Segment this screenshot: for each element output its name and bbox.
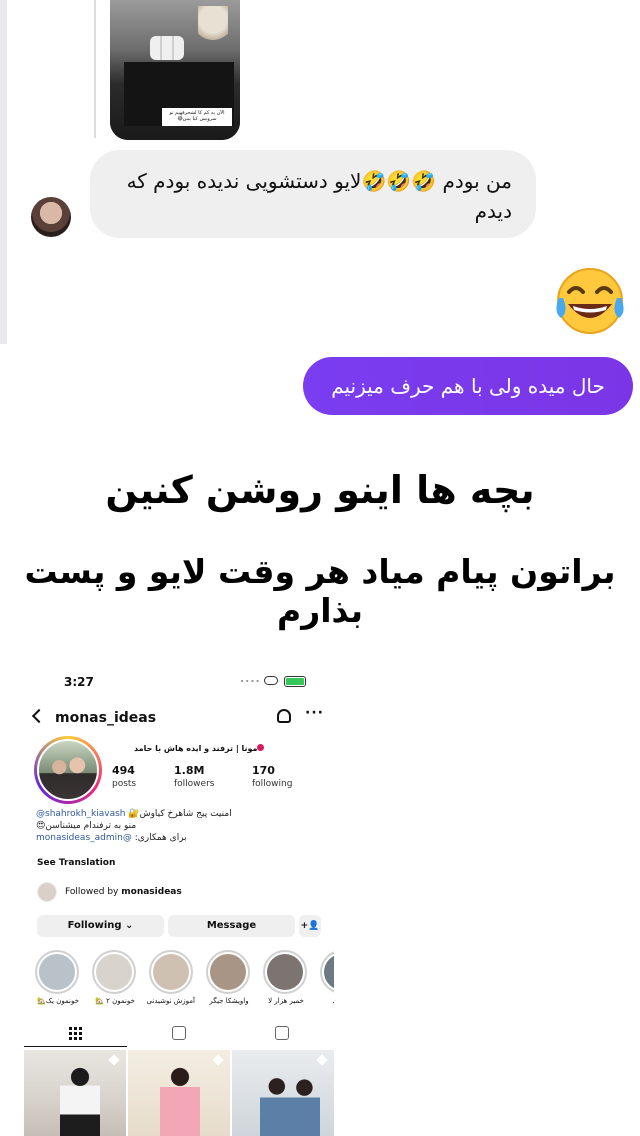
stat-posts-label: posts xyxy=(112,779,137,789)
highlight-cover xyxy=(96,954,132,990)
heart-icon xyxy=(257,744,264,751)
followed-by-text: Followed by monasideas xyxy=(65,887,182,897)
story-highlight[interactable]: آموزش نوشیدنی xyxy=(146,950,195,1005)
story-highlight[interactable]: خمیر هزار لا xyxy=(263,950,309,1005)
see-translation-link[interactable]: See Translation xyxy=(37,858,115,868)
followed-by-row[interactable]: Followed by monasideas xyxy=(37,882,317,904)
shared-post-preview[interactable]: الآن یه کم کا لشحرفهیم تو سرویس کیا بینن… xyxy=(110,0,240,140)
bio-line-1-text: امنیت پیج شاهرخ کیاوش🔐 xyxy=(128,809,232,819)
pin-icon xyxy=(316,1054,328,1066)
more-options-icon[interactable]: ··· xyxy=(305,705,324,721)
bio-line-3: monasideas_admin@ برای همکاری: xyxy=(36,832,276,844)
overlay-headline-1: بچه ها اینو روشن کنین xyxy=(105,468,535,512)
pin-icon xyxy=(108,1054,120,1066)
shared-post-caption: الآن یه کم کا لشحرفهیم تو سرویس کیا بینن… xyxy=(162,108,232,126)
highlight-label: واویشکا جیگر xyxy=(209,997,249,1005)
following-button[interactable]: Following ⌄ xyxy=(37,915,164,937)
hotspot-icon xyxy=(264,676,278,685)
profile-picture[interactable] xyxy=(34,736,102,804)
pin-icon xyxy=(212,1054,224,1066)
story-highlight[interactable]: واویشکا جیگر xyxy=(206,950,252,1005)
mutual-follower-avatar xyxy=(37,882,57,902)
instagram-profile-screenshot: 3:27 .... monas_ideas ··· مونا | ترفند و… xyxy=(24,668,334,1136)
highlight-cover xyxy=(210,954,246,990)
stat-posts-value: 494 xyxy=(112,764,135,777)
stat-followers-value: 1.8M xyxy=(174,764,205,777)
laughing-emoji-icon[interactable] xyxy=(551,266,629,336)
followed-by-prefix: Followed by xyxy=(65,887,119,897)
reels-icon[interactable] xyxy=(172,1026,186,1040)
highlight-label: خمیر هزار لا xyxy=(268,997,304,1005)
outgoing-message-bubble[interactable]: حال میده ولی با هم حرف میزنیم xyxy=(303,357,633,415)
profile-header: monas_ideas ··· xyxy=(24,705,334,730)
profile-display-name: مونا | ترفند و ایده هاش با حامد xyxy=(134,744,258,753)
stat-followers[interactable]: 1.8M followers xyxy=(174,764,214,789)
signal-dots: .... xyxy=(240,672,261,685)
notification-bell-icon[interactable] xyxy=(277,709,291,723)
battery-icon xyxy=(284,676,306,687)
highlight-cover xyxy=(324,954,334,990)
stat-posts[interactable]: 494 posts xyxy=(112,764,136,789)
suggested-people-button[interactable]: +👤 xyxy=(299,915,321,937)
highlight-label: خونمون ۲ 🏡 xyxy=(95,997,135,1005)
stat-following-value: 170 xyxy=(252,764,275,777)
message-button[interactable]: Message xyxy=(168,915,295,937)
post-thumbnail[interactable] xyxy=(24,1050,126,1136)
reply-thread-line xyxy=(94,0,96,138)
active-tab-indicator xyxy=(24,1046,127,1047)
chat-thread: الآن یه کم کا لشحرفهیم تو سرویس کیا بینن… xyxy=(0,0,640,440)
highlight-cover xyxy=(39,954,75,990)
stat-following[interactable]: 170 following xyxy=(252,764,292,789)
incoming-message-bubble[interactable]: من بودم 🤣🤣🤣لایو دستشویی ندیده بودم که دی… xyxy=(90,150,536,238)
grid-posts-icon[interactable] xyxy=(69,1026,83,1040)
screen-edge-divider xyxy=(0,0,7,344)
profile-username: monas_ideas xyxy=(55,710,157,726)
bio-admin-link[interactable]: monasideas_admin@ xyxy=(36,833,132,843)
bio-line-1: @shahrokh_kiavash امنیت پیج شاهرخ کیاوش🔐 xyxy=(36,808,276,820)
tagged-icon[interactable] xyxy=(275,1026,289,1040)
bio-mention-link[interactable]: @shahrokh_kiavash xyxy=(36,809,126,819)
back-arrow-icon[interactable] xyxy=(31,708,47,724)
highlight-cover xyxy=(267,954,303,990)
post-image-towels xyxy=(150,36,184,60)
story-highlight[interactable]: خونمون ۲ 🏡 xyxy=(92,950,138,1005)
overlay-headline-2: براتون پیام میاد هر وقت لایو و پست بذارم xyxy=(24,552,616,630)
followed-by-user: monasideas xyxy=(121,887,182,897)
stat-followers-label: followers xyxy=(174,779,215,789)
highlight-label: خونمون یک🏡 xyxy=(37,997,79,1005)
highlight-cover xyxy=(153,954,189,990)
status-time: 3:27 xyxy=(64,675,94,689)
post-image-vase xyxy=(198,6,228,50)
profile-tabs xyxy=(24,1024,334,1048)
bio-line-2: منو به ترفندام میشناسن😍 xyxy=(36,821,137,831)
highlight-label: کالب... xyxy=(320,997,334,1005)
stat-following-label: following xyxy=(252,779,293,789)
highlight-label: آموزش نوشیدنی xyxy=(146,997,195,1005)
sender-avatar[interactable] xyxy=(31,197,71,237)
profile-bio: @shahrokh_kiavash امنیت پیج شاهرخ کیاوش🔐… xyxy=(36,808,276,844)
bio-line-3-text: برای همکاری: xyxy=(134,833,187,843)
post-thumbnail[interactable] xyxy=(128,1050,230,1136)
post-thumbnail[interactable] xyxy=(232,1050,334,1136)
story-highlight[interactable]: کالب... xyxy=(320,950,334,1005)
posts-grid xyxy=(24,1050,334,1136)
status-bar: 3:27 .... xyxy=(24,672,334,692)
story-highlight[interactable]: خونمون یک🏡 xyxy=(35,950,81,1005)
